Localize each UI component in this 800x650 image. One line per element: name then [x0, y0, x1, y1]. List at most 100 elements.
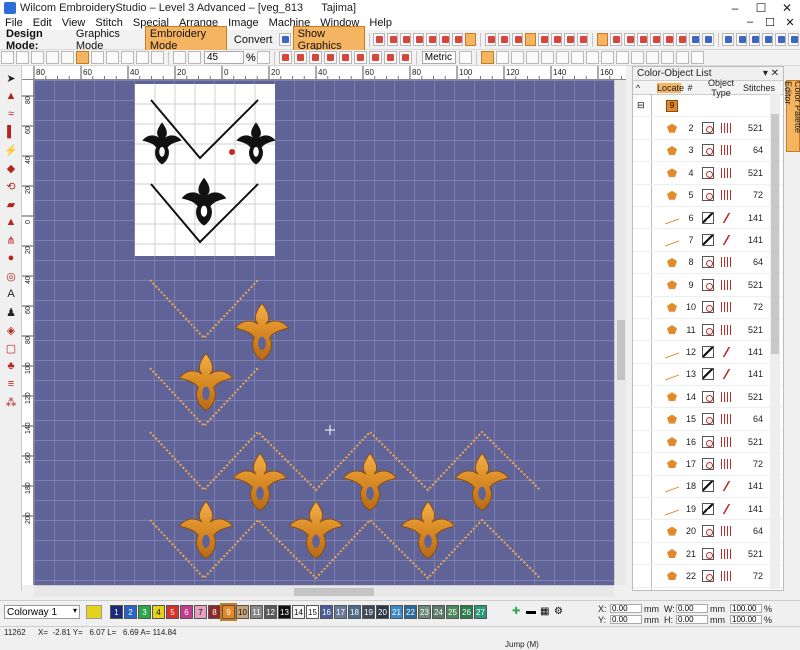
- spiral-icon[interactable]: ◎: [3, 268, 19, 284]
- align-icon[interactable]: [788, 33, 800, 46]
- ungroup-icon[interactable]: [660, 51, 674, 64]
- skew-icon[interactable]: [600, 51, 614, 64]
- color-swatch[interactable]: 24: [432, 605, 445, 619]
- tatami-icon[interactable]: [399, 33, 411, 46]
- object-row[interactable]: 15 64: [633, 408, 783, 431]
- elastic-icon[interactable]: [577, 33, 589, 46]
- column-icon[interactable]: ⚡: [3, 142, 19, 158]
- triple-run-icon[interactable]: [425, 33, 438, 46]
- object-row[interactable]: 12 141: [633, 341, 783, 364]
- color-swatch[interactable]: 7: [194, 605, 207, 619]
- locate-header[interactable]: Locate: [657, 82, 684, 93]
- satin-tool-icon[interactable]: ▌: [3, 124, 19, 140]
- group-icon[interactable]: [645, 51, 659, 64]
- object-row[interactable]: 2 521: [633, 117, 783, 140]
- units-dropdown-icon[interactable]: [458, 51, 472, 64]
- lettering-tool-icon[interactable]: A: [3, 286, 19, 302]
- branching-icon[interactable]: ⋔: [3, 232, 19, 248]
- arrange-icon[interactable]: [630, 51, 644, 64]
- stamp-icon[interactable]: ♣: [3, 358, 19, 374]
- motif-icon[interactable]: [452, 33, 464, 46]
- stitch-angle-icon[interactable]: [623, 33, 635, 46]
- knife-icon[interactable]: ≈: [3, 106, 19, 122]
- undo-icon[interactable]: [136, 51, 149, 64]
- color-swatch[interactable]: 18: [348, 605, 361, 619]
- object-row[interactable]: 13 141: [633, 363, 783, 387]
- stitch-type-icon[interactable]: [373, 33, 385, 46]
- color-swatch[interactable]: 23: [418, 605, 431, 619]
- object-row[interactable]: 19 141: [633, 498, 783, 521]
- object-row[interactable]: 23521: [633, 587, 783, 590]
- color-swatch[interactable]: 27: [474, 605, 487, 619]
- color-swatch[interactable]: 17: [334, 605, 347, 619]
- color-swatch[interactable]: 11: [250, 605, 263, 619]
- object-row[interactable]: 16 521: [633, 430, 783, 454]
- chain-icon[interactable]: [511, 33, 523, 46]
- color-swatch[interactable]: 1: [110, 605, 123, 619]
- fill-icon[interactable]: [439, 33, 451, 46]
- satin-icon[interactable]: [386, 33, 398, 46]
- object-row[interactable]: 8 64: [633, 251, 783, 275]
- color-swatch[interactable]: 5: [166, 605, 179, 619]
- quilt-icon[interactable]: ≡: [3, 376, 19, 392]
- reshape-icon[interactable]: [540, 51, 554, 64]
- object-row[interactable]: 14 521: [633, 386, 783, 409]
- template-icon[interactable]: [76, 51, 89, 64]
- paste-icon[interactable]: [121, 51, 134, 64]
- object-row[interactable]: 11 521: [633, 318, 783, 342]
- realistic-view-icon[interactable]: [368, 51, 382, 64]
- object-row[interactable]: 21 521: [633, 542, 783, 566]
- redo-icon[interactable]: [151, 51, 164, 64]
- object-row[interactable]: 22 72: [633, 565, 783, 588]
- function-view-icon[interactable]: [353, 51, 367, 64]
- zoom-icon[interactable]: [173, 51, 186, 64]
- scroll-thumb[interactable]: [771, 114, 779, 354]
- zoom-dropdown-icon[interactable]: [256, 51, 270, 64]
- zoom-field[interactable]: 45: [204, 51, 244, 64]
- scale-icon[interactable]: [615, 51, 629, 64]
- guides-icon[interactable]: [761, 33, 773, 46]
- view-3d-icon[interactable]: [689, 33, 701, 46]
- applique-icon[interactable]: [465, 33, 477, 46]
- trapunto-icon[interactable]: [610, 33, 622, 46]
- copy-icon[interactable]: [106, 51, 119, 64]
- view-settings-icon[interactable]: [702, 33, 714, 46]
- color-swatch[interactable]: 12: [264, 605, 277, 619]
- object-row[interactable]: 4 521: [633, 162, 783, 185]
- team-names-icon[interactable]: [564, 33, 576, 46]
- minimize-button[interactable]: –: [722, 0, 748, 16]
- doc-restore-button[interactable]: ☐: [760, 16, 780, 29]
- connector-view-icon[interactable]: [338, 51, 352, 64]
- color-swatch[interactable]: 4: [152, 605, 165, 619]
- object-row[interactable]: 10 72: [633, 296, 783, 319]
- color-swatch[interactable]: 10: [236, 605, 249, 619]
- complex-fill-icon[interactable]: ◆: [3, 160, 19, 176]
- delete-color-icon[interactable]: ▬: [526, 606, 536, 617]
- zoom-in-icon[interactable]: [188, 51, 201, 64]
- color-swatch[interactable]: 16: [320, 605, 333, 619]
- units-dropdown[interactable]: Metric: [421, 51, 456, 64]
- lettering-icon[interactable]: [537, 33, 550, 46]
- color-swatch[interactable]: 14: [292, 605, 305, 619]
- color-swatch[interactable]: 9: [220, 603, 237, 621]
- pattern-icon[interactable]: [498, 33, 510, 46]
- fancy-icon[interactable]: ⁂: [3, 394, 19, 410]
- travel-icon[interactable]: [510, 51, 524, 64]
- convert-button[interactable]: Convert: [229, 32, 278, 48]
- print-preview-icon[interactable]: [61, 51, 74, 64]
- design-canvas[interactable]: [34, 80, 614, 585]
- color-swatch[interactable]: 2: [124, 605, 137, 619]
- scale-w-field[interactable]: 100.00: [730, 604, 762, 613]
- object-row[interactable]: 6 141: [633, 206, 783, 230]
- grid-snap-icon[interactable]: [735, 33, 747, 46]
- color-swatch[interactable]: 13: [278, 605, 291, 619]
- auto-jump-icon[interactable]: [636, 33, 648, 46]
- panel-close-icon[interactable]: ▾ ✕: [763, 68, 779, 79]
- transform-icon[interactable]: [555, 51, 569, 64]
- select-arrow-icon[interactable]: ➤: [3, 70, 19, 86]
- palette-settings-icon[interactable]: [86, 605, 102, 619]
- reshape-tool-icon[interactable]: ▲: [3, 88, 19, 104]
- run-icon[interactable]: [412, 33, 424, 46]
- color-blend-icon[interactable]: [597, 33, 609, 46]
- color-swatch[interactable]: 26: [460, 605, 473, 619]
